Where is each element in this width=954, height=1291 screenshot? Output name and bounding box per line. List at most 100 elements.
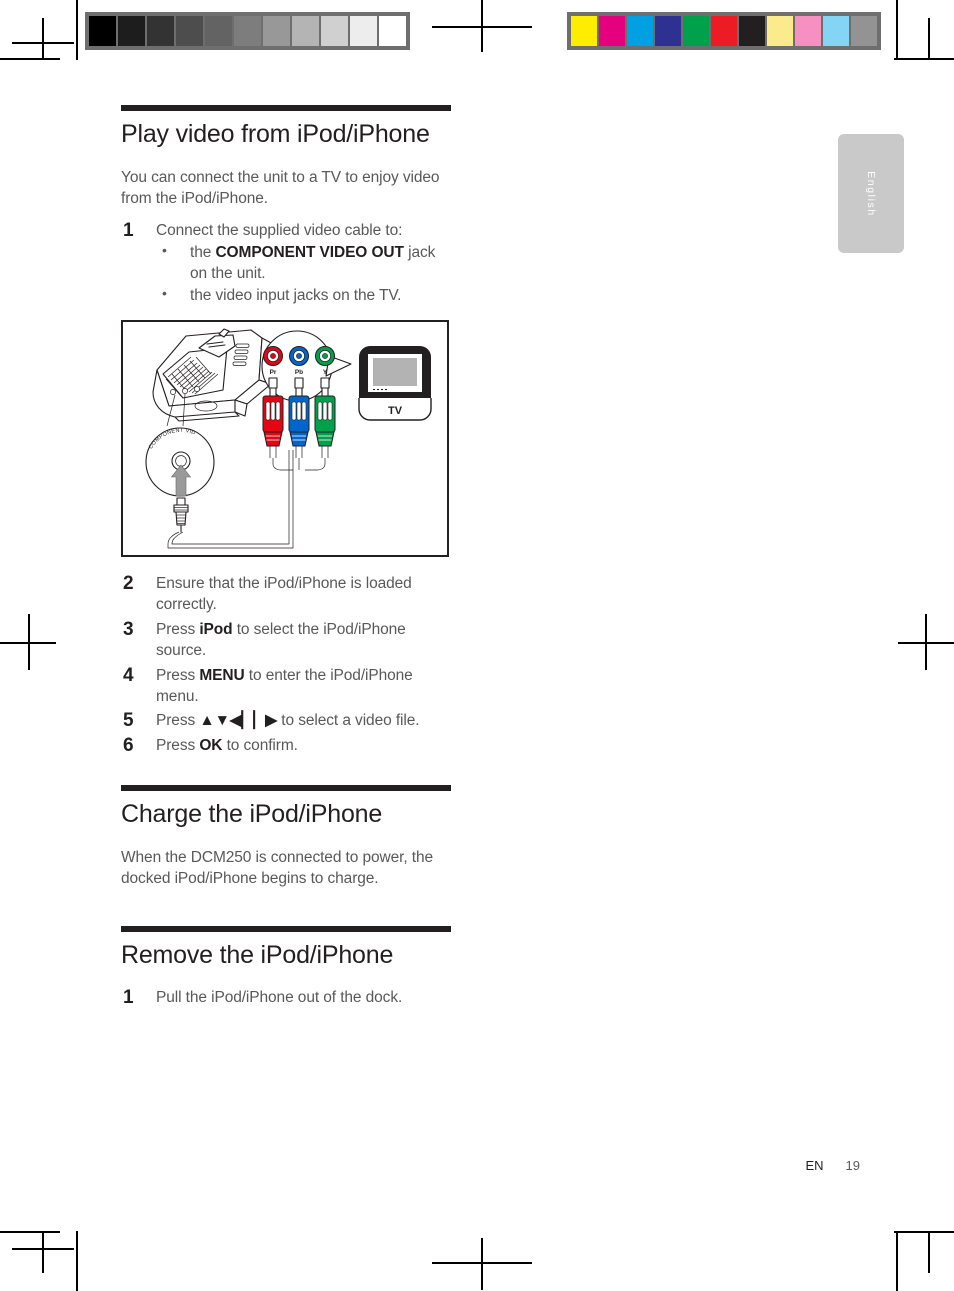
- bullet-bold-term: COMPONENT VIDEO OUT: [215, 243, 404, 261]
- step-item-4: 4 Press MENU to enter the iPod/iPhone men…: [121, 665, 451, 708]
- step-text-bold: MENU: [199, 666, 245, 684]
- grayscale-calibration-bar: [85, 12, 410, 50]
- tv-icon-label: TV: [388, 405, 403, 417]
- step-item-1: 1 Pull the iPod/iPhone out of the dock.: [121, 987, 451, 1008]
- color-swatch-10: [851, 16, 877, 46]
- step-number: 6: [123, 734, 134, 756]
- crop-mark-bottom-right-inner-vertical: [928, 1233, 930, 1273]
- color-swatch-9: [823, 16, 849, 46]
- grayscale-swatch-4: [205, 16, 232, 46]
- grayscale-swatch-6: [263, 16, 290, 46]
- bullet-prefix: the video input jacks on the TV.: [190, 286, 402, 304]
- step-number: 1: [123, 219, 134, 241]
- color-swatch-5: [711, 16, 737, 46]
- grayscale-swatch-8: [321, 16, 348, 46]
- step-text: Connect the supplied video cable to:: [156, 221, 403, 239]
- color-swatch-7: [767, 16, 793, 46]
- crop-mark-bottom-right-horizontal: [894, 1231, 954, 1233]
- steps-list-play-video: 1 Connect the supplied video cable to: t…: [121, 220, 451, 307]
- bullet-item-tv-input-jacks: the video input jacks on the TV.: [156, 284, 451, 306]
- navigation-buttons-glyphs: ▲▼◀▏▏▶: [199, 712, 278, 730]
- step-number: 5: [123, 710, 134, 732]
- color-swatch-6: [739, 16, 765, 46]
- crop-mark-top-left-horizontal: [0, 58, 60, 60]
- section-rule-charge: [121, 785, 451, 791]
- crop-mark-top-right-vertical: [896, 0, 898, 60]
- dock-device-illustration: [152, 328, 274, 422]
- grayscale-swatch-5: [234, 16, 261, 46]
- crop-mark-top-left-inner-horizontal: [12, 42, 74, 44]
- jack-label-y: Y: [323, 369, 328, 376]
- language-tab: English: [838, 134, 904, 253]
- bullet-item-component-video-out: the COMPONENT VIDEO OUT jack on the unit…: [156, 241, 451, 285]
- step-text-bold: OK: [199, 736, 223, 754]
- step-text-prefix: Pull the iPod/iPhone out of the dock.: [156, 989, 403, 1007]
- crop-mark-top-right-inner-vertical: [928, 18, 930, 58]
- color-swatch-1: [599, 16, 625, 46]
- bullet-prefix: the: [190, 243, 216, 261]
- color-calibration-bar: [567, 12, 881, 50]
- crop-mark-right-middle-vertical: [925, 614, 927, 670]
- grayscale-swatch-1: [118, 16, 145, 46]
- step-text-prefix: Press: [156, 620, 200, 638]
- step-number: 2: [123, 573, 134, 594]
- step-number: 3: [123, 618, 134, 640]
- page-footer: EN 19: [700, 1158, 860, 1173]
- color-swatch-3: [655, 16, 681, 46]
- grayscale-swatch-3: [176, 16, 203, 46]
- crop-mark-bottom-left-inner-vertical: [42, 1233, 44, 1273]
- crop-mark-top-left-inner-vertical: [42, 18, 44, 58]
- crop-mark-bottom-right-vertical: [896, 1231, 898, 1291]
- crop-mark-bottom-center-vertical: [481, 1238, 483, 1290]
- mini-jack-plug: [173, 497, 189, 533]
- jack-label-pr: Pr: [270, 369, 277, 376]
- color-swatch-8: [795, 16, 821, 46]
- footer-language-code: EN: [805, 1158, 824, 1173]
- crop-mark-top-right-horizontal: [894, 58, 954, 60]
- jack-label-pb: Pb: [295, 369, 303, 376]
- grayscale-swatch-10: [379, 16, 406, 46]
- language-tab-label: English: [865, 170, 877, 217]
- color-swatch-2: [627, 16, 653, 46]
- grayscale-swatch-9: [350, 16, 377, 46]
- step-item-1: 1 Connect the supplied video cable to: t…: [121, 220, 451, 307]
- component-video-connection-diagram: .ln { fill:none; stroke:#231f20; stroke-…: [121, 320, 449, 557]
- crop-mark-top-center-vertical: [481, 0, 483, 52]
- crop-mark-bottom-left-inner-horizontal: [12, 1248, 74, 1250]
- page-title-charge: Charge the iPod/iPhone: [121, 800, 383, 828]
- step-number: 4: [123, 664, 134, 686]
- crop-mark-left-middle-vertical: [28, 614, 30, 670]
- step-item-2: 2 Ensure that the iPod/iPhone is loaded c…: [121, 573, 451, 616]
- grayscale-swatch-2: [147, 16, 174, 46]
- step-1-bullets: the COMPONENT VIDEO OUT jack on the unit…: [156, 241, 451, 306]
- grayscale-swatch-0: [89, 16, 116, 46]
- step-item-3: 3 Press iPod to select the iPod/iPhone so…: [121, 619, 451, 662]
- tv-icon: TV: [358, 346, 432, 421]
- step-text-bold: iPod: [199, 620, 233, 638]
- step-item-5: 5 Press ▲▼◀▏▏▶ to select a video file.: [121, 710, 451, 731]
- section-rule-remove: [121, 925, 451, 932]
- crop-mark-top-left-vertical: [76, 0, 78, 60]
- steps-list-play-video-continued: 2 Ensure that the iPod/iPhone is loaded c…: [121, 573, 451, 756]
- rca-cable-bundle: [272, 458, 326, 471]
- step-text-suffix: to select a video file.: [277, 712, 420, 730]
- page-title-remove: Remove the iPod/iPhone: [121, 940, 394, 969]
- intro-text-charge: When the DCM250 is connected to power, t…: [121, 848, 434, 888]
- color-swatch-0: [571, 16, 597, 46]
- step-text-prefix: Press: [156, 712, 200, 730]
- page-content: Play video from iPod/iPhone You can conn…: [121, 105, 451, 1012]
- step-text-prefix: Press: [156, 666, 200, 684]
- crop-mark-bottom-left-vertical: [76, 1231, 78, 1291]
- footer-page-number: 19: [845, 1158, 860, 1173]
- page-title-play-video: Play video from iPod/iPhone: [121, 120, 430, 148]
- steps-list-remove: 1 Pull the iPod/iPhone out of the dock.: [121, 987, 451, 1008]
- section-rule-play-video: [121, 105, 451, 111]
- step-item-6: 6 Press OK to confirm.: [121, 735, 451, 756]
- step-text-prefix: Press: [156, 736, 200, 754]
- crop-mark-bottom-left-horizontal: [0, 1231, 60, 1233]
- color-swatch-4: [683, 16, 709, 46]
- step-number: 1: [123, 987, 134, 1009]
- diagram-svg: .ln { fill:none; stroke:#231f20; stroke-…: [123, 322, 432, 549]
